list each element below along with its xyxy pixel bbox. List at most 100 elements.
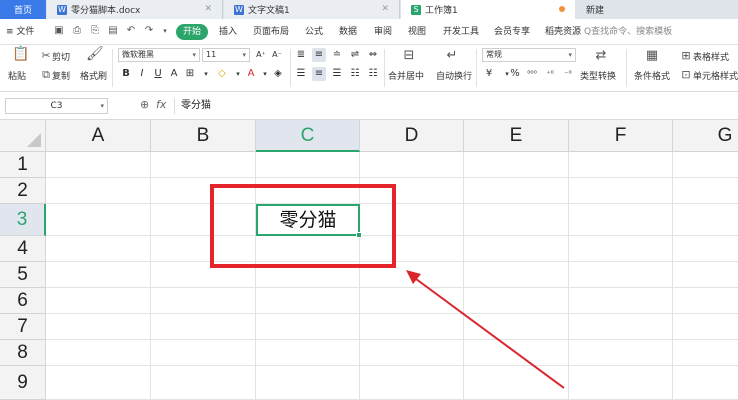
chevron-down-icon: ▾ [568,51,572,59]
tab-data[interactable]: 数据 [339,24,357,40]
merge-cells-icon[interactable]: ⊟ [400,49,418,62]
copy-button[interactable]: 复制 [52,69,70,82]
tab-page-layout[interactable]: 页面布局 [253,24,289,40]
spreadsheet-app: 首页 W 零分猫脚本.docx ✕ W 文字文稿1 ✕ S 工作簿1 新建 ≡ … [0,0,738,400]
chevron-down-icon[interactable]: ▾ [199,67,213,81]
font-name-value: 微软雅黑 [122,50,154,59]
chevron-down-icon: ▾ [192,51,196,59]
align-left-icon[interactable]: ☰ [294,67,308,81]
undo-icon[interactable]: ↶ [124,24,138,38]
underline-icon[interactable]: U [151,67,165,81]
distribute-icon[interactable]: ☷ [366,67,380,81]
sheet-doc-icon: S [411,4,421,15]
tab-docx[interactable]: W 零分猫脚本.docx ✕ [47,0,223,19]
clear-format-icon[interactable]: ◈ [271,67,285,81]
thousands-separator-icon[interactable]: ⁰⁰⁰ [525,67,539,81]
orientation-icon[interactable]: ⇔ [366,48,380,62]
tab-member[interactable]: 会员专享 [494,24,530,40]
spreadsheet-grid: ABCDEFG 123456789 零分猫 [0,120,738,400]
increase-font-icon[interactable]: A⁺ [254,48,268,62]
strikethrough-icon[interactable]: A [167,67,181,81]
tab-review[interactable]: 审阅 [374,24,392,40]
file-menu[interactable]: ≡ 文件 [6,24,34,40]
wrap-text-button[interactable]: 自动换行 [436,69,472,82]
print-preview-icon[interactable]: ▤ [106,24,120,38]
chevron-down-icon[interactable]: ▾ [258,67,272,81]
decrease-font-icon[interactable]: A⁻ [270,48,284,62]
tab-docer-resources[interactable]: 稻壳资源 [545,24,581,40]
redo-icon[interactable]: ↷ [142,24,156,38]
format-painter-button[interactable]: 格式刷 [80,69,107,82]
tab-insert[interactable]: 插入 [219,24,237,40]
ribbon-toolbar: 📋 粘贴 ✂ 剪切 ⧉ 复制 🖌 格式刷 微软雅黑 ▾ 11 ▾ A⁺ A⁻ B I… [0,45,738,92]
chevron-down-icon: ▾ [100,102,104,110]
tab-label: 新建 [586,6,605,16]
save-icon[interactable]: ▣ [52,24,66,38]
zoom-icon[interactable]: ⊕ [140,98,149,111]
tab-label: 文字文稿1 [248,6,290,16]
merge-center-button[interactable]: 合并居中 [388,69,424,82]
tab-home[interactable]: 首页 [0,0,46,19]
italic-icon[interactable]: I [135,67,149,81]
cell-style-icon[interactable]: ⊡ [680,68,692,81]
separator [626,49,627,87]
separator [384,49,385,87]
tab-developer[interactable]: 开发工具 [443,24,479,40]
justify-icon[interactable]: ☷ [348,67,362,81]
tab-formulas[interactable]: 公式 [305,24,323,40]
align-bottom-icon[interactable]: ≐ [330,48,344,62]
unsaved-dot-icon [559,6,565,12]
fx-icon[interactable]: fx [156,98,166,111]
word-doc-icon: W [57,4,67,15]
name-box[interactable]: C3 ▾ [5,98,108,114]
cut-button[interactable]: 剪切 [52,50,70,63]
align-top-icon[interactable]: ≣ [294,48,308,62]
percent-icon[interactable]: % [508,67,522,81]
tab-start[interactable]: 开始 [176,24,208,40]
table-style-button[interactable]: 表格样式 [693,50,729,63]
type-convert-button[interactable]: 类型转换 [580,69,616,82]
export-pdf-icon[interactable]: ⎙ [70,24,84,38]
format-painter-icon[interactable]: 🖌 [86,47,104,61]
font-name-select[interactable]: 微软雅黑 ▾ [118,48,200,62]
borders-icon[interactable]: ⊞ [183,67,197,81]
conditional-format-button[interactable]: 条件格式 [634,69,670,82]
font-color-icon[interactable]: A [244,67,258,81]
word-doc-icon: W [234,4,244,15]
decrease-decimal-icon[interactable]: ⁻⁰ [561,67,575,81]
align-right-icon[interactable]: ☰ [330,67,344,81]
close-icon[interactable]: ✕ [381,4,389,14]
copy-icon[interactable]: ⧉ [40,68,52,81]
tab-new[interactable]: 新建 [576,0,666,19]
align-middle-icon[interactable]: ≡ [312,48,326,62]
currency-icon[interactable]: ¥ [482,67,496,81]
command-search[interactable]: Q查找命令、搜索模板 [584,24,672,40]
increase-decimal-icon[interactable]: ⁺⁰ [543,67,557,81]
document-tab-bar: 首页 W 零分猫脚本.docx ✕ W 文字文稿1 ✕ S 工作簿1 新建 [0,0,738,19]
tab-text-doc[interactable]: W 文字文稿1 ✕ [224,0,400,19]
annotation-arrow [406,270,565,389]
font-size-select[interactable]: 11 ▾ [202,48,250,62]
chevron-down-icon[interactable]: ▾ [158,24,172,38]
print-icon[interactable]: ⎘ [88,24,102,38]
formula-bar: C3 ▾ ⊕ fx 零分猫 [0,92,738,120]
tab-workbook[interactable]: S 工作簿1 [401,0,575,19]
number-format-select[interactable]: 常规 ▾ [482,48,576,62]
fill-color-icon[interactable]: ◇ [215,67,229,81]
scissors-icon[interactable]: ✂ [40,49,52,62]
align-center-icon[interactable]: ≡ [312,67,326,81]
tab-label: 首页 [13,6,32,16]
cell-style-button[interactable]: 单元格样式 [693,69,738,82]
paste-icon[interactable]: 📋 [12,47,29,61]
table-style-icon[interactable]: ⊞ [680,49,692,62]
formula-input[interactable]: 零分猫 [174,98,734,114]
paste-button[interactable]: 粘贴 [8,69,26,82]
close-icon[interactable]: ✕ [204,4,212,14]
bold-icon[interactable]: B [119,67,133,81]
wrap-text-icon[interactable]: ↵ [443,49,461,62]
convert-icon[interactable]: ⇄ [594,49,608,62]
tab-view[interactable]: 视图 [408,24,426,40]
wrap-indent-icon[interactable]: ⇌ [348,48,362,62]
conditional-format-icon[interactable]: ▦ [645,49,659,62]
chevron-down-icon[interactable]: ▾ [231,67,245,81]
